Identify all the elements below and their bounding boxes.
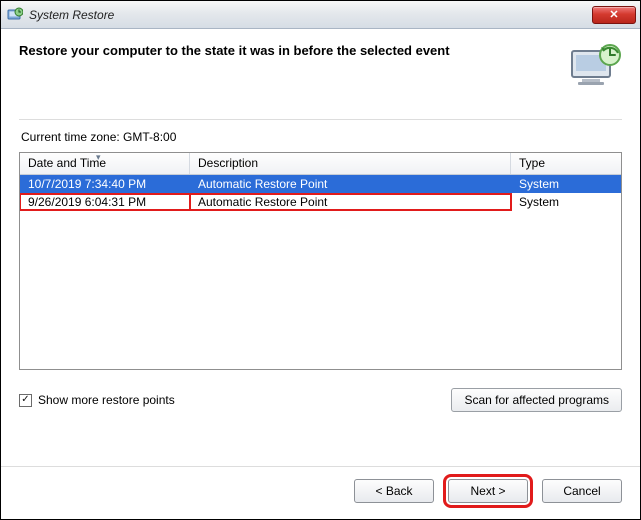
cell-description: Automatic Restore Point [190,176,511,192]
checkbox-icon: ✓ [19,394,32,407]
wizard-content: Restore your computer to the state it wa… [1,29,640,466]
next-button[interactable]: Next > [448,479,528,503]
cell-datetime: 9/26/2019 6:04:31 PM [20,194,190,210]
page-heading: Restore your computer to the state it wa… [19,43,556,58]
wizard-footer: < Back Next > Cancel [1,466,640,519]
timezone-label: Current time zone: GMT-8:00 [21,130,622,144]
show-more-checkbox[interactable]: ✓ Show more restore points [19,393,175,407]
column-header-datetime[interactable]: Date and Time ▾ [20,153,190,174]
column-header-description[interactable]: Description [190,153,511,174]
cell-type: System [511,194,621,210]
back-button[interactable]: < Back [354,479,434,503]
cell-type: System [511,176,621,192]
cell-datetime: 10/7/2019 7:34:40 PM [20,176,190,192]
cell-description: Automatic Restore Point [190,194,511,210]
show-more-label: Show more restore points [38,393,175,407]
column-header-datetime-label: Date and Time [28,156,106,170]
restore-points-table: Date and Time ▾ Description Type 10/7/20… [19,152,622,370]
table-row[interactable]: 10/7/2019 7:34:40 PMAutomatic Restore Po… [20,175,621,193]
table-header-row: Date and Time ▾ Description Type [20,153,621,175]
close-button[interactable]: ✕ [592,6,636,24]
table-row[interactable]: 9/26/2019 6:04:31 PMAutomatic Restore Po… [20,193,621,211]
system-restore-icon [7,7,23,23]
scan-affected-button[interactable]: Scan for affected programs [451,388,622,412]
restore-illustration-icon [568,43,622,89]
titlebar: System Restore ✕ [1,1,640,29]
sort-indicator-icon: ▾ [96,152,101,163]
table-body: 10/7/2019 7:34:40 PMAutomatic Restore Po… [20,175,621,211]
column-header-type[interactable]: Type [511,153,621,174]
close-icon: ✕ [609,8,618,21]
window-title: System Restore [29,8,592,22]
cancel-button[interactable]: Cancel [542,479,622,503]
divider [19,119,622,120]
